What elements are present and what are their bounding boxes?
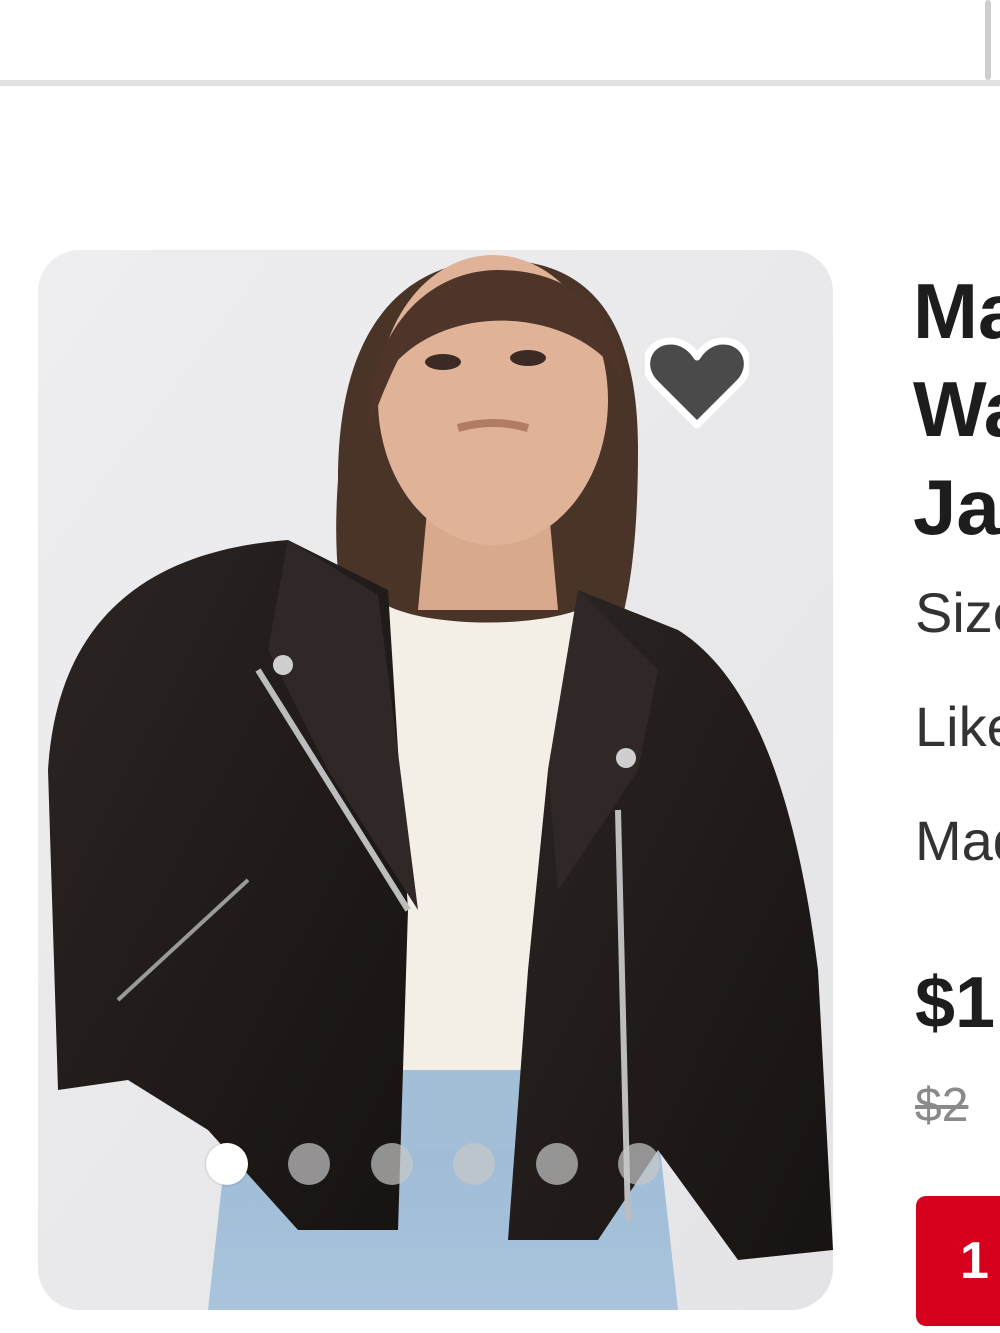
original-price: $2	[915, 1079, 969, 1132]
gallery-dot-4[interactable]	[453, 1143, 495, 1185]
title-line-3: Jacket	[913, 463, 1000, 551]
gallery-dot-1[interactable]	[206, 1143, 248, 1185]
gallery-dot-5[interactable]	[536, 1143, 578, 1185]
title-line-1: Madewell	[913, 267, 1000, 355]
gallery-pagination	[0, 1143, 870, 1189]
product-details: Madewell Washed Leather Jacket Size XS L…	[913, 262, 1000, 1333]
product-condition: Like New	[915, 695, 1000, 758]
product-price: $1	[915, 963, 996, 1043]
gallery-dot-6[interactable]	[618, 1143, 660, 1185]
top-bar	[0, 0, 1000, 90]
product-brand[interactable]: Madewell	[915, 808, 1000, 873]
gallery-dot-2[interactable]	[288, 1143, 330, 1185]
heart-icon	[643, 337, 751, 429]
product-size: Size XS	[915, 581, 1000, 644]
buy-button[interactable]: 1	[916, 1196, 1000, 1326]
title-line-2: Washed Leather	[913, 365, 1000, 453]
top-divider	[0, 80, 1000, 86]
scroll-indicator[interactable]	[985, 0, 991, 80]
product-title[interactable]: Madewell Washed Leather Jacket	[913, 262, 1000, 556]
gallery-dot-3[interactable]	[371, 1143, 413, 1185]
favorite-button[interactable]	[643, 335, 751, 431]
